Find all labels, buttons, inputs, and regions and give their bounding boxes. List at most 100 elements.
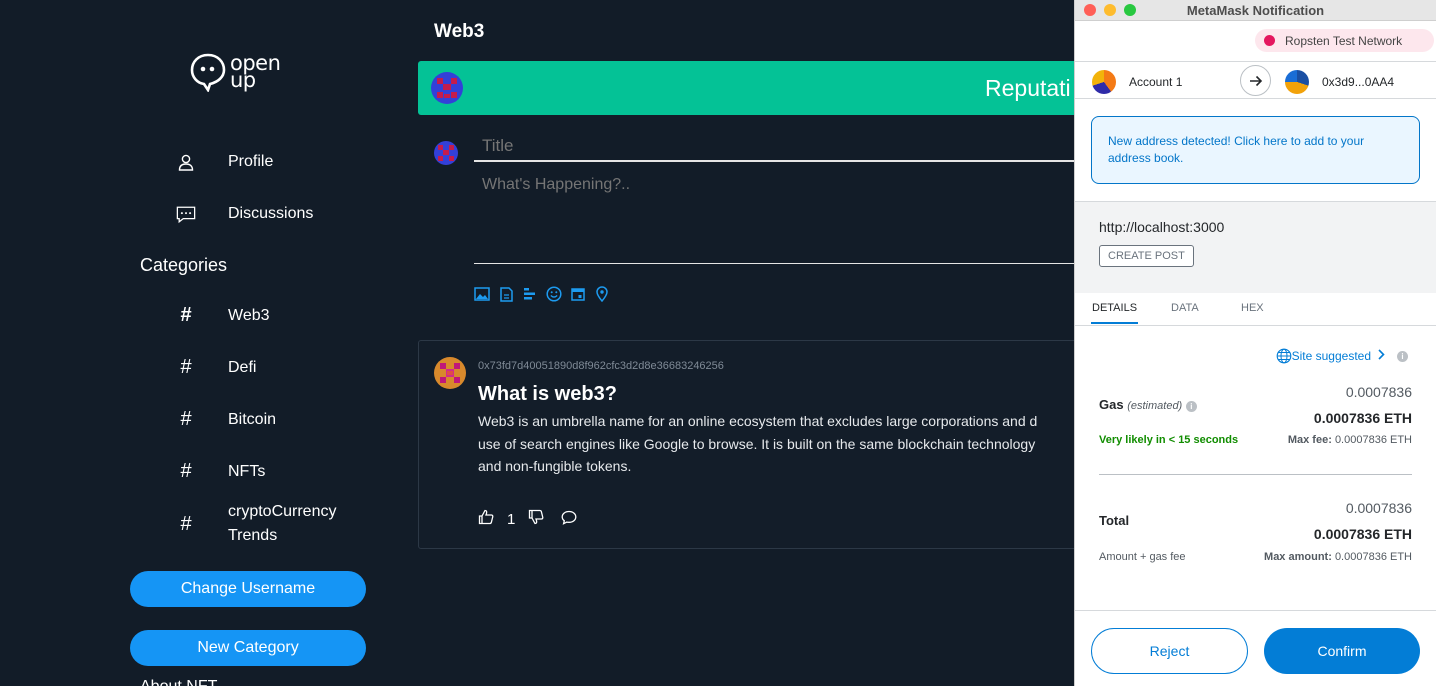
- action-footer: Reject Confirm: [1075, 610, 1436, 686]
- max-fee-label: Max fee:: [1287, 434, 1332, 446]
- app-logo[interactable]: open up: [190, 51, 281, 92]
- composer-avatar[interactable]: [434, 141, 458, 165]
- recipient-identicon: [1285, 70, 1309, 94]
- gas-label: Gas: [1099, 397, 1124, 412]
- max-amount-label: Max amount:: [1264, 551, 1332, 563]
- total-value-primary: 0.0007836 ETH: [1313, 526, 1412, 542]
- info-icon[interactable]: i: [1397, 350, 1408, 362]
- composer-toolbar: [474, 286, 610, 302]
- from-account[interactable]: Account 1: [1092, 70, 1182, 94]
- sender-recipient: Account 1 0x3d9...0AA4: [1075, 61, 1436, 99]
- to-account[interactable]: 0x3d9...0AA4: [1285, 70, 1394, 94]
- new-category-button[interactable]: New Category: [130, 630, 366, 666]
- sidebar-item-label: Profile: [228, 153, 274, 170]
- tab-bar: DETAILS DATA HEX: [1075, 293, 1436, 326]
- max-fee: Max fee: 0.0007836 ETH: [1288, 434, 1412, 446]
- globe-icon: [1276, 348, 1291, 364]
- hash-icon: #: [180, 460, 192, 482]
- category-label: Defi: [228, 358, 257, 376]
- post-author-address[interactable]: 0x73fd7d40051890d8f962cfc3d2d8e366832462…: [478, 360, 724, 372]
- network-selector[interactable]: Ropsten Test Network: [1255, 29, 1434, 52]
- category-label: cryptoCurrency Trends: [228, 503, 337, 544]
- method-tag: CREATE POST: [1099, 245, 1194, 267]
- post-body: Web3 is an umbrella name for an online e…: [478, 413, 1038, 474]
- avatar[interactable]: [431, 72, 463, 104]
- category-nfts[interactable]: # NFTs: [176, 460, 265, 483]
- comment-icon[interactable]: [561, 510, 577, 530]
- hash-icon: #: [180, 512, 192, 535]
- post-author-avatar[interactable]: [434, 357, 466, 389]
- gas-timing: Very likely in < 15 seconds: [1099, 434, 1239, 446]
- image-icon[interactable]: [474, 286, 490, 302]
- category-label: Web3: [228, 306, 270, 324]
- hash-icon: #: [180, 304, 192, 326]
- chat-icon: [176, 204, 196, 224]
- sidebar-item-discussions[interactable]: Discussions: [176, 204, 313, 224]
- origin-url: http://localhost:3000: [1099, 219, 1225, 235]
- to-account-address: 0x3d9...0AA4: [1322, 75, 1395, 89]
- category-bitcoin[interactable]: # Bitcoin: [176, 408, 276, 431]
- category-label: NFTs: [228, 462, 266, 480]
- max-amount: Max amount: 0.0007836 ETH: [1264, 551, 1412, 563]
- total-label: Total: [1099, 513, 1130, 528]
- account-identicon: [1092, 70, 1116, 94]
- hash-icon: #: [180, 356, 192, 378]
- file-icon[interactable]: [498, 286, 514, 302]
- network-name: Ropsten Test Network: [1285, 33, 1403, 48]
- metamask-notification-window: MetaMask Notification Ropsten Test Netwo…: [1074, 0, 1436, 686]
- confirm-button[interactable]: Confirm: [1264, 628, 1420, 674]
- network-dot-icon: [1264, 35, 1275, 46]
- new-address-alert[interactable]: New address detected! Click here to add …: [1091, 116, 1420, 184]
- post-card[interactable]: 0x73fd7d40051890d8f962cfc3d2d8e366832462…: [418, 340, 1078, 549]
- post-body-input[interactable]: [474, 173, 1074, 264]
- thumbs-up-icon[interactable]: [478, 509, 494, 530]
- reputation-banner: Reputati: [418, 61, 1078, 115]
- logo-text: open up: [230, 51, 281, 92]
- category-defi[interactable]: # Defi: [176, 356, 256, 379]
- origin-section: http://localhost:3000 CREATE POST: [1075, 201, 1436, 293]
- thumbs-down-icon[interactable]: [528, 509, 544, 530]
- change-username-button[interactable]: Change Username: [130, 571, 366, 607]
- reject-button[interactable]: Reject: [1091, 628, 1248, 674]
- site-suggested-link[interactable]: Site suggested i: [1276, 348, 1408, 364]
- hash-icon: #: [180, 408, 192, 430]
- total-sub-label: Amount + gas fee: [1099, 551, 1186, 563]
- align-icon[interactable]: [522, 286, 538, 302]
- emoji-icon[interactable]: [546, 286, 562, 302]
- reputation-label: Reputati: [985, 75, 1071, 101]
- chevron-right-icon: [1378, 349, 1385, 363]
- location-icon[interactable]: [594, 286, 610, 302]
- total-value-secondary: 0.0007836: [1345, 500, 1412, 516]
- gas-estimated-label: (estimated): [1127, 400, 1183, 412]
- arrow-right-icon: [1240, 65, 1271, 96]
- category-web3[interactable]: # Web3: [176, 304, 270, 327]
- info-icon[interactable]: i: [1185, 401, 1197, 412]
- category-label: Bitcoin: [228, 410, 277, 428]
- calendar-icon[interactable]: [570, 286, 586, 302]
- sidebar-item-profile[interactable]: Profile: [176, 152, 273, 172]
- divider: [1099, 474, 1412, 475]
- tab-hex[interactable]: HEX: [1241, 302, 1264, 314]
- gas-value-primary: 0.0007836 ETH: [1313, 410, 1412, 426]
- user-icon: [176, 152, 196, 172]
- categories-title: Categories: [140, 255, 228, 275]
- post-title[interactable]: What is web3?: [478, 383, 617, 406]
- gas-value-secondary: 0.0007836: [1345, 384, 1412, 400]
- logo-bubble-icon: [190, 53, 226, 92]
- tab-data[interactable]: DATA: [1171, 302, 1199, 314]
- post-title-input[interactable]: [474, 131, 1074, 162]
- from-account-name: Account 1: [1129, 75, 1183, 89]
- max-fee-value: 0.0007836 ETH: [1334, 434, 1412, 446]
- category-crypto-trends[interactable]: # cryptoCurrency Trends: [176, 500, 336, 548]
- post-actions: 1: [478, 509, 577, 530]
- sidebar-item-label: Discussions: [228, 205, 314, 222]
- page-title: Web3: [434, 21, 485, 42]
- window-title: MetaMask Notification: [1186, 3, 1325, 18]
- site-suggested-label: Site suggested: [1291, 349, 1371, 363]
- sidebar-cut-text[interactable]: About NFT: [140, 678, 217, 686]
- window-titlebar: MetaMask Notification: [1075, 0, 1436, 21]
- gas-label-row: Gas (estimated) i: [1099, 397, 1197, 412]
- tab-details[interactable]: DETAILS: [1091, 302, 1139, 324]
- max-amount-value: 0.0007836 ETH: [1334, 551, 1412, 563]
- like-count: 1: [507, 511, 516, 528]
